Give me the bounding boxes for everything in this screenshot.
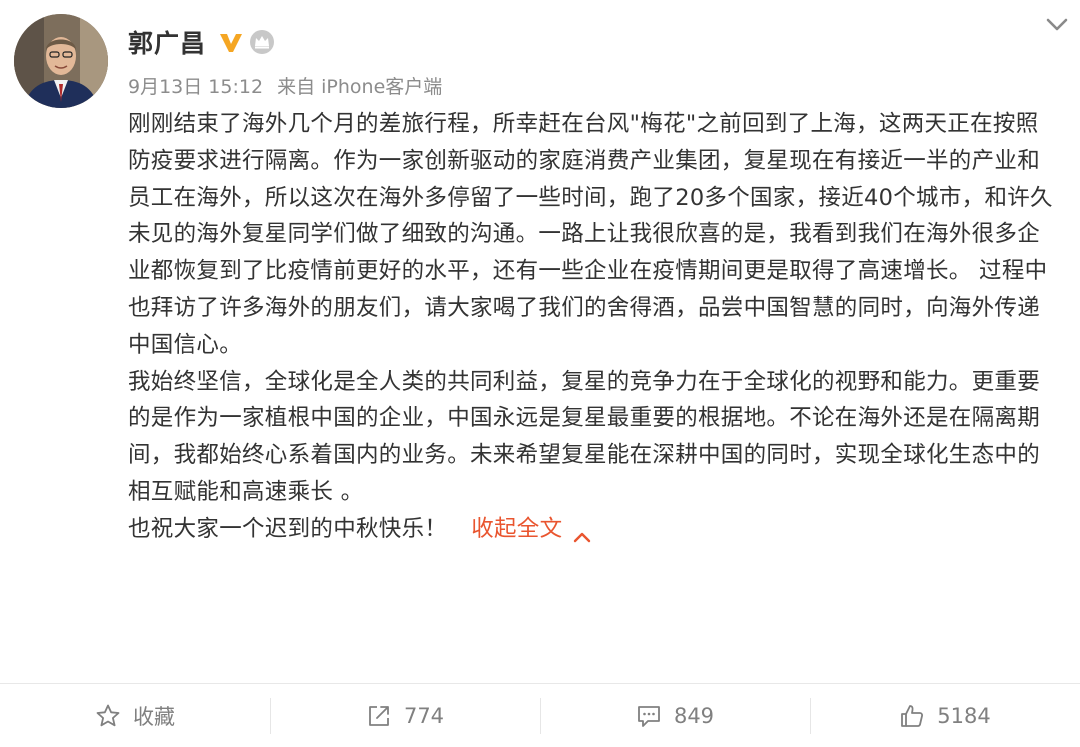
collapse-full-text-link[interactable]: 收起全文 xyxy=(471,515,592,543)
repost-button[interactable]: 774 xyxy=(270,684,540,747)
comment-button[interactable]: 849 xyxy=(540,684,810,747)
like-button[interactable]: 5184 xyxy=(810,684,1080,747)
speech-bubble-icon xyxy=(638,705,660,727)
collapse-label: 收起全文 xyxy=(471,515,563,542)
avatar[interactable] xyxy=(14,14,108,108)
favorite-label: 收藏 xyxy=(133,704,175,729)
post-closing-line: 也祝大家一个迟到的中秋快乐！ 收起全文 xyxy=(128,511,1058,548)
chevron-up-icon xyxy=(572,519,592,543)
crown-icon[interactable] xyxy=(248,28,276,56)
post-source[interactable]: 来自 iPhone客户端 xyxy=(277,76,442,98)
share-arrow-icon xyxy=(369,705,389,726)
thumbs-up-icon xyxy=(901,704,924,727)
star-icon xyxy=(96,704,120,726)
post-action-bar: 收藏 774 849 5184 xyxy=(0,683,1080,747)
post-meta: 9月13日 15:12 来自 iPhone客户端 xyxy=(128,72,450,99)
like-count: 5184 xyxy=(937,703,991,728)
post-date: 9月13日 15:12 xyxy=(128,76,264,98)
post-paragraph-2: 我始终坚信，全球化是全人类的共同利益，复星的竞争力在于全球化的视野和能力。更重要… xyxy=(128,368,1041,505)
post-closing-text: 也祝大家一个迟到的中秋快乐！ xyxy=(128,515,448,542)
vip-v-icon[interactable] xyxy=(218,29,244,55)
username[interactable]: 郭广昌 xyxy=(128,24,206,60)
post-content: 刚刚结束了海外几个月的差旅行程，所幸赶在台风"梅花"之前回到了上海，这两天正在按… xyxy=(128,106,1058,548)
avatar-image xyxy=(14,14,108,108)
comment-count: 849 xyxy=(673,703,715,728)
weibo-post-card: 郭广昌 9月13日 15:12 来自 iPhone客户端 刚刚结束了海外几个月的… xyxy=(0,0,1080,682)
post-paragraph-1: 刚刚结束了海外几个月的差旅行程，所幸赶在台风"梅花"之前回到了上海，这两天正在按… xyxy=(128,111,1053,358)
post-header: 郭广昌 xyxy=(128,22,276,62)
chevron-down-icon[interactable] xyxy=(1040,10,1074,40)
favorite-button[interactable]: 收藏 xyxy=(0,684,270,747)
repost-count: 774 xyxy=(403,703,445,728)
